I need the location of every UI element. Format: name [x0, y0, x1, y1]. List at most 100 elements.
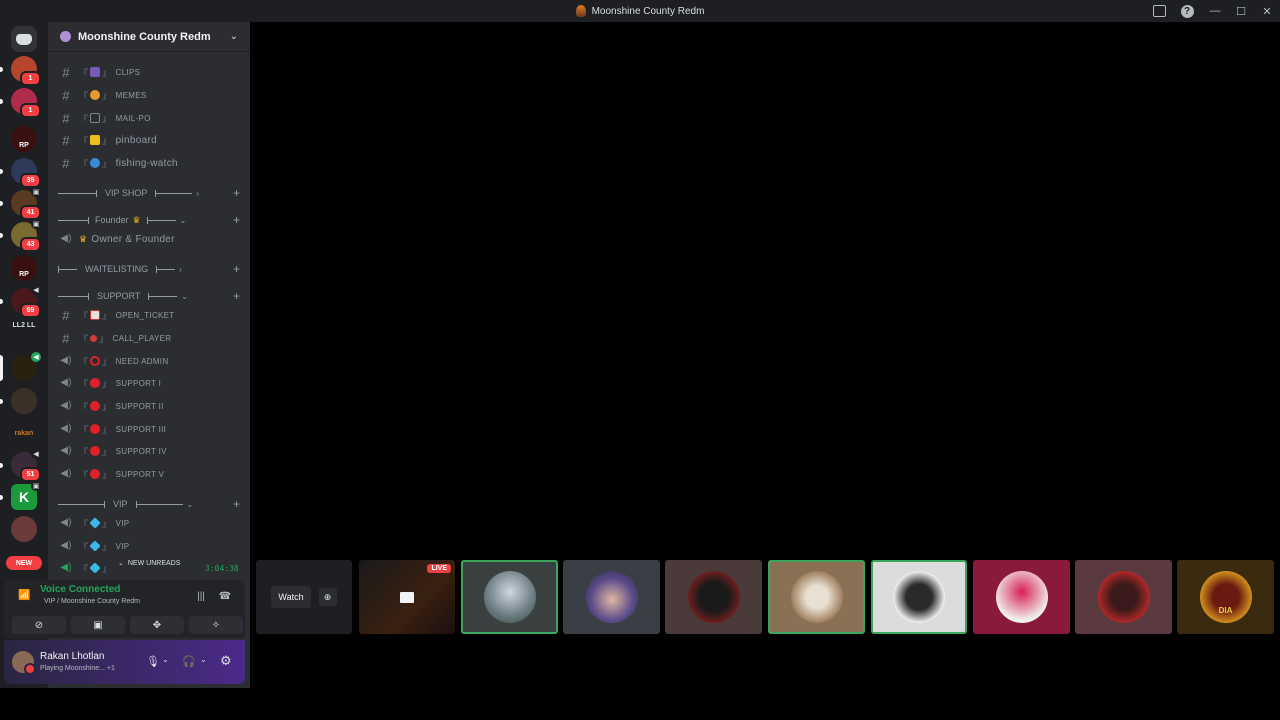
user-panel: Rakan Lhotlan Playing Moonshine... +1 🎙 …: [4, 640, 245, 684]
watch-button[interactable]: Watch: [271, 586, 311, 608]
zoom-icon[interactable]: ⊕: [318, 588, 337, 606]
server-icon-8[interactable]: ◀ 69: [0, 285, 41, 318]
channel-support-2[interactable]: ◀) 『』 SUPPORT II: [56, 396, 242, 416]
activities-button[interactable]: ✥: [130, 616, 184, 634]
channel-open-ticket[interactable]: # 『』 OPEN_TICKET: [56, 305, 242, 325]
disconnect-icon[interactable]: ☎: [218, 589, 232, 603]
channel-owner-founder[interactable]: ◀) ♛ Owner & Founder: [56, 229, 242, 249]
minimize-button[interactable]: —: [1202, 0, 1228, 22]
category-waitlisting[interactable]: WAITELISTING › +: [58, 261, 244, 277]
hashtag-icon: #: [62, 110, 70, 126]
server-icon-6[interactable]: ▣ 43: [0, 219, 41, 252]
participant-tile-5[interactable]: [871, 560, 967, 634]
user-name[interactable]: Rakan Lhotlan: [40, 651, 105, 662]
participant-tile-1[interactable]: [461, 560, 558, 634]
server-icon-10[interactable]: [0, 388, 37, 414]
chevron-down-icon[interactable]: ⌄: [200, 655, 207, 664]
participant-tile-4[interactable]: [768, 560, 865, 634]
participant-avatar: [585, 571, 638, 623]
server-icon-2[interactable]: 1: [0, 88, 41, 118]
unread-pill: [0, 495, 3, 500]
discord-home-button[interactable]: [11, 26, 37, 52]
channel-clips[interactable]: # 『』 CLIPS: [56, 62, 242, 82]
watch-tile: Watch ⊕: [256, 560, 352, 634]
server-icon-5[interactable]: ▣ 41: [0, 187, 41, 220]
microphone-icon[interactable]: 🎙: [146, 655, 160, 668]
channel-fishing-watch[interactable]: # 『』 fishing-watch: [56, 153, 242, 173]
server-icon-7[interactable]: RP: [11, 255, 37, 281]
add-channel-icon[interactable]: +: [233, 289, 240, 303]
channel-support-3[interactable]: ◀) 『』 SUPPORT III: [56, 419, 242, 439]
help-icon[interactable]: ?: [1180, 4, 1194, 18]
channel-vip-2[interactable]: ◀) 『』 VIP: [56, 536, 242, 556]
close-button[interactable]: ✕: [1254, 0, 1280, 22]
channel-support-1[interactable]: ◀) 『』 SUPPORT I: [56, 373, 242, 393]
add-channel-icon[interactable]: +: [233, 186, 240, 200]
unread-pill: [0, 463, 3, 468]
channel-call-player[interactable]: # 『』 CALL_PLAYER: [56, 328, 242, 348]
mention-badge: 69: [20, 303, 41, 318]
channel-need-admin[interactable]: ◀) 『』 NEED ADMIN: [56, 351, 242, 371]
new-unreads-pill[interactable]: ⌄ NEW UNREADS: [112, 556, 187, 570]
chevron-down-icon: ⌄: [181, 291, 189, 301]
user-avatar[interactable]: [12, 651, 36, 675]
unread-pill: [0, 67, 3, 72]
channel-name: NEED ADMIN: [115, 356, 169, 366]
participant-avatar: [483, 571, 536, 623]
channel-mail-po[interactable]: # 『』 MAIL-PO: [56, 108, 242, 128]
voice-status[interactable]: Voice Connected: [40, 584, 120, 595]
speaker-active-icon: ◀): [60, 562, 72, 573]
participant-avatar: DIA: [1199, 571, 1252, 623]
stream-tile-live[interactable]: LIVE: [359, 560, 455, 634]
category-support[interactable]: SUPPORT ⌄ +: [58, 288, 244, 304]
chevron-down-icon[interactable]: ⌄: [162, 655, 169, 664]
channel-name: CALL_PLAYER: [112, 333, 172, 343]
channel-support-5[interactable]: ◀) 『』 SUPPORT V: [56, 464, 242, 484]
camera-off-button[interactable]: ⊘: [12, 616, 66, 634]
category-vip-shop[interactable]: VIP SHOP › +: [58, 185, 244, 201]
channel-memes[interactable]: # 『』 MEMES: [56, 85, 242, 105]
headphones-icon[interactable]: 🎧: [182, 655, 196, 668]
category-vip[interactable]: VIP ⌄ +: [58, 496, 244, 512]
hashtag-icon: #: [62, 307, 70, 323]
server-icon-13[interactable]: ▣ K: [0, 481, 41, 510]
server-text-icon[interactable]: LL2 LL: [7, 322, 41, 329]
participant-tile-2[interactable]: [563, 560, 660, 634]
settings-gear-icon[interactable]: ⚙: [220, 653, 232, 669]
category-founder[interactable]: Founder ♛ ⌄ +: [58, 212, 244, 228]
participant-tile-6[interactable]: [973, 560, 1070, 634]
mention-badge: 43: [20, 237, 41, 252]
add-channel-icon[interactable]: +: [233, 497, 240, 511]
screen-share-button[interactable]: ▣: [71, 616, 125, 634]
new-unreads-badge[interactable]: NEW: [6, 556, 42, 570]
participant-tile-7[interactable]: [1075, 560, 1172, 634]
server-icon-9[interactable]: ◀: [0, 352, 41, 381]
channel-name: SUPPORT IV: [115, 446, 167, 456]
inbox-icon[interactable]: [1152, 4, 1166, 18]
participant-tile-8[interactable]: DIA: [1177, 560, 1274, 634]
server-header[interactable]: Moonshine County Redm ⌄: [48, 22, 250, 52]
soundboard-button[interactable]: ✧: [189, 616, 243, 634]
add-channel-icon[interactable]: +: [233, 213, 240, 227]
no-entry-icon: [90, 469, 101, 479]
maximize-button[interactable]: ☐: [1228, 0, 1254, 22]
server-icon-1[interactable]: 1: [0, 56, 41, 86]
category-name: WAITELISTING: [85, 264, 149, 274]
channel-pinboard[interactable]: # 『』 pinboard: [56, 130, 242, 150]
call-timer: 3:04:38: [205, 564, 239, 573]
signal-icon[interactable]: 📶: [18, 590, 30, 602]
noise-suppression-icon[interactable]: |||: [194, 589, 208, 603]
channel-vip-1[interactable]: ◀) 『』 VIP: [56, 513, 242, 533]
voice-location[interactable]: VIP / Moonshine County Redm: [44, 598, 140, 605]
channel-name: SUPPORT III: [115, 424, 167, 434]
live-badge: LIVE: [427, 564, 451, 573]
server-icon-14[interactable]: [11, 516, 37, 542]
server-icon-11[interactable]: rakan: [11, 420, 37, 446]
participant-tile-3[interactable]: [665, 560, 762, 634]
crown-icon: ♛: [79, 233, 88, 244]
server-icon-12[interactable]: ◀ 51: [0, 449, 41, 482]
server-icon-4[interactable]: 35: [0, 158, 41, 188]
server-icon-3[interactable]: RP: [11, 126, 37, 152]
channel-support-4[interactable]: ◀) 『』 SUPPORT IV: [56, 441, 242, 461]
add-channel-icon[interactable]: +: [233, 262, 240, 276]
